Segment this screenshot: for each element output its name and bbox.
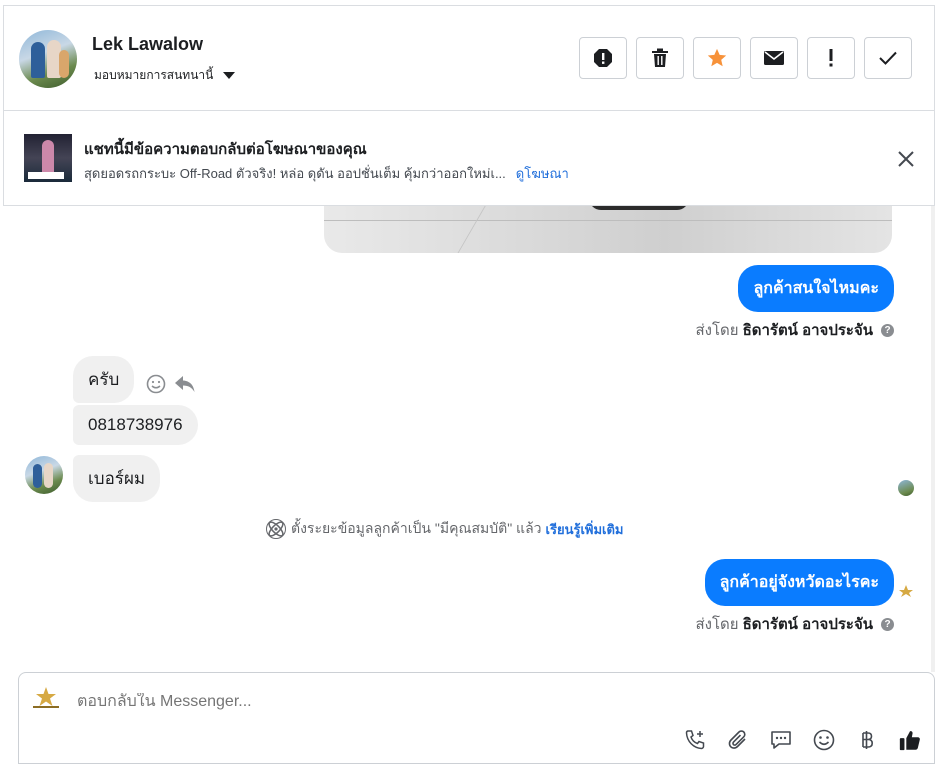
sent-by-prefix: ส่งโดย <box>695 616 739 633</box>
contact-name[interactable]: Lek Lawalow <box>92 34 203 55</box>
view-ad-link[interactable]: ดูโฆษณา <box>516 166 569 181</box>
like-button[interactable] <box>898 728 922 752</box>
thread-scrollbar[interactable] <box>931 206 935 672</box>
incoming-message[interactable]: ครับ <box>73 356 135 403</box>
spam-button[interactable] <box>579 37 627 79</box>
sent-by-label: ส่งโดย ธิดารัตน์ อาจประจัน ? <box>695 612 894 636</box>
check-icon <box>879 51 897 65</box>
seen-avatar <box>898 480 914 496</box>
follow-up-button[interactable] <box>807 37 855 79</box>
sent-by-prefix: ส่งโดย <box>695 322 739 339</box>
phone-add-icon <box>685 730 705 750</box>
attach-button[interactable] <box>726 728 750 752</box>
call-button[interactable] <box>683 728 707 752</box>
message-thread[interactable]: ลูกค้าสนใจไหมคะ ส่งโดย ธิดารัตน์ อาจประจ… <box>3 206 935 672</box>
mark-done-button[interactable] <box>864 37 912 79</box>
reply-input[interactable] <box>77 693 777 711</box>
emoji-button[interactable] <box>812 728 836 752</box>
system-note: ตั้งระยะข้อมูลลูกค้าเป็น "มีคุณสมบัติ" แ… <box>265 518 623 540</box>
page-logo-icon <box>33 687 59 708</box>
chat-bubble-icon <box>771 731 791 749</box>
reply-icon[interactable] <box>174 374 196 394</box>
conversation-header: Lek Lawalow มอบหมายการสนทนานี้ <box>3 5 935 111</box>
contact-avatar-small[interactable] <box>25 456 63 494</box>
mark-unread-button[interactable] <box>750 37 798 79</box>
learn-more-link[interactable]: เรียนรู้เพิ่มเติม <box>546 519 624 540</box>
incoming-message[interactable]: 0818738976 <box>73 405 198 445</box>
react-smiley-icon[interactable] <box>146 374 166 394</box>
close-banner-button[interactable] <box>896 149 916 169</box>
outgoing-message[interactable]: ลูกค้าสนใจไหมคะ <box>738 265 894 312</box>
page-logo-seen-icon <box>899 585 913 597</box>
close-icon <box>898 151 914 167</box>
thumbs-up-icon <box>899 731 920 751</box>
assign-label: มอบหมายการสนทนานี้ <box>94 68 214 82</box>
payment-button[interactable] <box>855 728 879 752</box>
alert-circle-icon <box>594 49 612 67</box>
ad-description-text: สุดยอดรถกระบะ Off-Road ตัวจริง! หล่อ ดุด… <box>84 166 506 181</box>
ad-reply-banner: แชทนี้มีข้อความตอบกลับต่อโฆษณาของคุณ สุด… <box>3 111 935 206</box>
sender-name: ธิดารัตน์ อาจประจัน <box>742 616 873 633</box>
star-icon <box>707 48 727 67</box>
caret-down-icon <box>223 72 236 79</box>
outgoing-message[interactable]: ลูกค้าอยู่จังหวัดอะไรคะ <box>704 559 894 606</box>
help-icon[interactable]: ? <box>881 323 894 337</box>
message-actions <box>146 374 196 394</box>
exclamation-icon <box>829 49 833 67</box>
system-note-text: ตั้งระยะข้อมูลลูกค้าเป็น "มีคุณสมบัติ" แ… <box>291 520 542 536</box>
ad-banner-title: แชทนี้มีข้อความตอบกลับต่อโฆษณาของคุณ <box>84 141 367 158</box>
message-composer <box>18 672 935 764</box>
header-actions <box>579 37 912 79</box>
baht-icon <box>862 731 874 749</box>
atom-icon <box>266 519 286 539</box>
trash-icon <box>652 48 668 67</box>
sender-name: ธิดารัตน์ อาจประจัน <box>742 322 873 339</box>
assign-conversation-dropdown[interactable]: มอบหมายการสนทนานี้ <box>94 66 236 85</box>
image-attachment[interactable] <box>324 206 892 253</box>
incoming-message[interactable]: เบอร์ผม <box>73 455 161 502</box>
star-button[interactable] <box>693 37 741 79</box>
sent-by-label: ส่งโดย ธิดารัตน์ อาจประจัน ? <box>695 318 894 342</box>
envelope-icon <box>764 51 784 65</box>
smiley-icon <box>813 729 835 751</box>
ad-thumbnail[interactable] <box>24 134 72 182</box>
saved-replies-button[interactable] <box>769 728 793 752</box>
ad-banner-description: สุดยอดรถกระบะ Off-Road ตัวจริง! หล่อ ดุด… <box>84 163 569 184</box>
help-icon[interactable]: ? <box>881 617 894 631</box>
delete-button[interactable] <box>636 37 684 79</box>
paperclip-icon <box>728 730 746 749</box>
contact-avatar[interactable] <box>19 30 77 88</box>
composer-tools <box>683 728 922 752</box>
